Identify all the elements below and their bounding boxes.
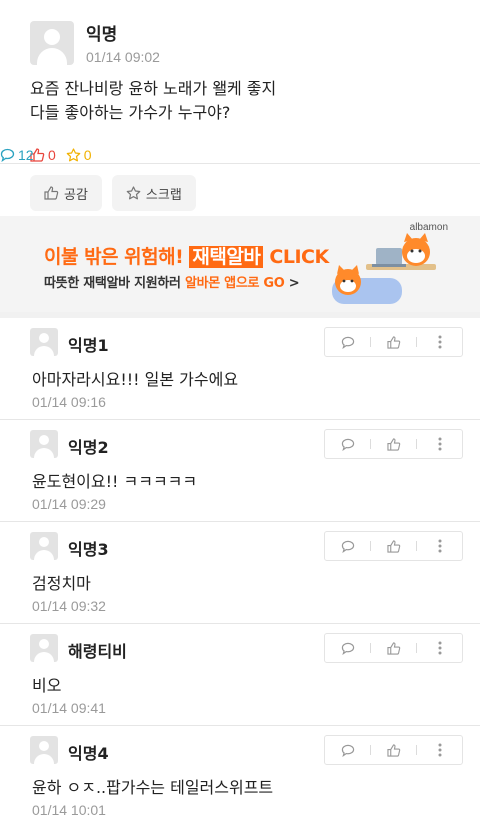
post-body: 요즘 잔나비랑 윤하 노래가 왤케 좋지 다들 좋아하는 가수가 누구야? [30,77,450,125]
comment-author: 익명2 [68,438,109,457]
more-vertical-icon [438,539,441,553]
post-time: 01/14 09:02 [86,49,160,65]
reply-button[interactable] [325,328,370,356]
post-author: 익명 [86,25,118,45]
more-options-button[interactable] [417,532,462,560]
ad-subline-highlight: 알바몬 앱으로 GO [184,276,285,291]
reply-button[interactable] [325,532,370,560]
speech-bubble-icon [341,744,354,757]
scrap-button-label: 스크랩 [145,187,182,203]
more-options-button[interactable] [417,634,462,662]
post-stats: 0 12 0 [0,147,480,164]
comment-like-button[interactable] [371,634,416,662]
reply-button[interactable] [325,736,370,764]
more-options-button[interactable] [417,430,462,458]
comment-avatar[interactable] [30,532,58,560]
ad-subline: 따뜻한 재택알바 지원하러 알바몬 앱으로 GO > [44,272,300,291]
ad-headline-part: CLICK [263,246,329,268]
comment-item: 익명2 윤도현이요!! ㅋㅋㅋㅋㅋ 01/14 09:29 [0,420,480,522]
thumbs-up-icon [386,539,400,553]
like-button[interactable]: 공감 [30,175,102,211]
comment-item: 해령티비 비오 01/14 09:41 [0,624,480,726]
scrap-button[interactable]: 스크랩 [111,175,196,211]
more-options-button[interactable] [417,736,462,764]
speech-bubble-icon [0,148,15,162]
more-vertical-icon [438,335,441,349]
comment-like-button[interactable] [371,736,416,764]
post-body-line: 요즘 잔나비랑 윤하 노래가 왤케 좋지 [30,79,277,98]
post-body-line: 다들 좋아하는 가수가 누구야? [30,103,231,122]
ad-subline-part: > [284,276,300,291]
comment-like-button[interactable] [371,532,416,560]
comment-toolbar [324,735,463,765]
comment-text: 윤하 ㅇㅈ..팝가수는 테일러스위프트 [32,778,274,797]
speech-bubble-icon [341,642,354,655]
comment-item: 익명3 검정치마 01/14 09:32 [0,522,480,624]
comment-avatar[interactable] [30,736,58,764]
speech-bubble-icon [341,438,354,451]
post-meta: 익명 01/14 09:02 [86,20,160,65]
post-actions: 공감 스크랩 [30,175,450,211]
comment-item: 익명4 윤하 ㅇㅈ..팝가수는 테일러스위프트 01/14 10:01 [0,726,480,822]
comment-toolbar [324,633,463,663]
comment-toolbar [324,327,463,357]
comment-text: 검정치마 [32,574,91,593]
comment-text: 비오 [32,676,62,695]
comment-author: 익명3 [68,540,109,559]
comment-time: 01/14 09:16 [32,394,106,410]
post-header: 익명 01/14 09:02 [30,20,450,65]
thumbs-up-icon [386,335,400,349]
comment-author: 익명4 [68,744,109,763]
ad-headline: 이불 밖은 위험해! 재택알바 CLICK [44,242,329,269]
comment-count: 12 [18,146,34,163]
comment-like-button[interactable] [371,430,416,458]
comment-toolbar [324,429,463,459]
more-vertical-icon [438,641,441,655]
reply-button[interactable] [325,430,370,458]
speech-bubble-icon [341,540,354,553]
thumbs-up-icon [386,437,400,451]
speech-bubble-icon [341,336,354,349]
comment-like-button[interactable] [371,328,416,356]
comment-text: 아마자라시요!!! 일본 가수에요 [32,370,239,389]
comment-item: 익명1 아마자라시요!!! 일본 가수에요 01/14 09:16 [0,318,480,420]
author-avatar[interactable] [30,20,74,65]
comment-author: 익명1 [68,336,109,355]
thumbs-up-icon [386,743,400,757]
ad-subline-part: 따뜻한 재택알바 지원하러 [44,276,185,291]
ad-banner[interactable]: albamon 이불 밖은 위험해! 재택알바 CLICK 따뜻한 재택알바 지… [0,216,480,312]
star-icon [126,186,141,200]
comment-avatar[interactable] [30,328,58,356]
comment-time: 01/14 09:32 [32,598,106,614]
comment-time: 01/14 10:01 [32,802,106,818]
more-vertical-icon [438,743,441,757]
reply-button[interactable] [325,634,370,662]
more-options-button[interactable] [417,328,462,356]
thumbs-up-icon [386,641,400,655]
cat-illustration [332,233,436,304]
post: 익명 01/14 09:02 요즘 잔나비랑 윤하 노래가 왤케 좋지 다들 좋… [0,0,480,211]
thumbs-up-icon [44,186,59,200]
comment-text: 윤도현이요!! ㅋㅋㅋㅋㅋ [32,472,198,491]
comment-author: 해령티비 [68,642,127,661]
comment-time: 01/14 09:29 [32,496,106,512]
ad-headline-highlight: 재택알바 [189,246,264,268]
comment-avatar[interactable] [30,430,58,458]
comment-stat: 12 [0,147,480,164]
comment-toolbar [324,531,463,561]
ad-headline-part: 이불 밖은 위험해! [44,246,190,268]
like-button-label: 공감 [64,187,88,203]
comment-avatar[interactable] [30,634,58,662]
comment-time: 01/14 09:41 [32,700,106,716]
more-vertical-icon [438,437,441,451]
